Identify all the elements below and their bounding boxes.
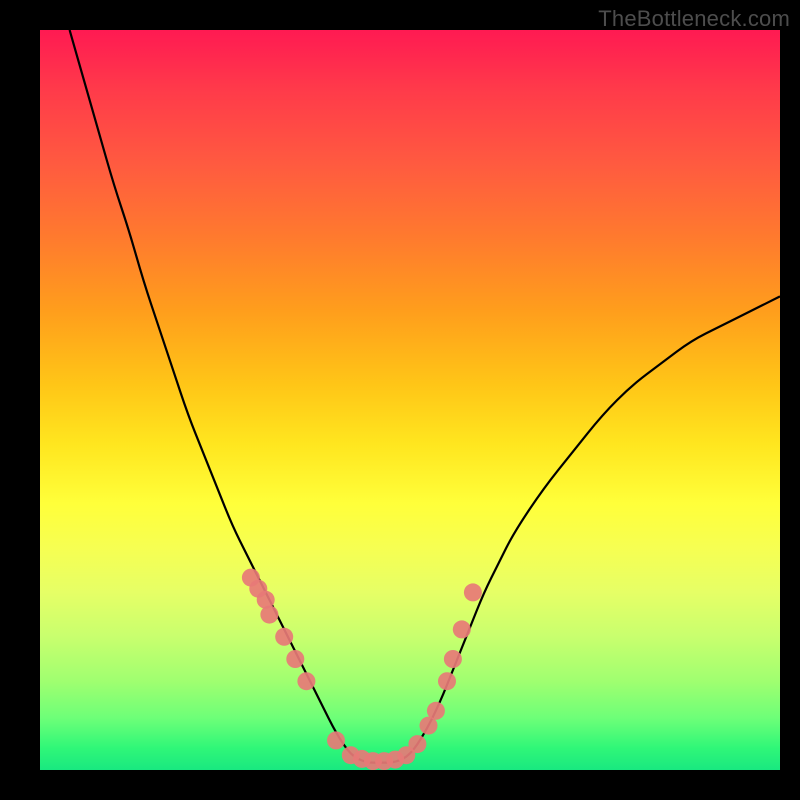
- curve-path: [70, 30, 780, 763]
- marker-dot: [408, 735, 426, 753]
- marker-dot: [297, 672, 315, 690]
- marker-dot: [260, 606, 278, 624]
- marker-dot: [464, 583, 482, 601]
- marker-dot: [444, 650, 462, 668]
- marker-dot: [453, 620, 471, 638]
- chart-frame: TheBottleneck.com: [0, 0, 800, 800]
- bottleneck-curve: [70, 30, 780, 763]
- marker-dot: [438, 672, 456, 690]
- plot-area: [40, 30, 780, 770]
- marker-dot: [275, 628, 293, 646]
- marker-dot: [286, 650, 304, 668]
- curve-layer: [40, 30, 780, 770]
- highlight-markers: [242, 569, 482, 770]
- marker-dot: [427, 702, 445, 720]
- marker-dot: [327, 731, 345, 749]
- watermark-text: TheBottleneck.com: [598, 6, 790, 32]
